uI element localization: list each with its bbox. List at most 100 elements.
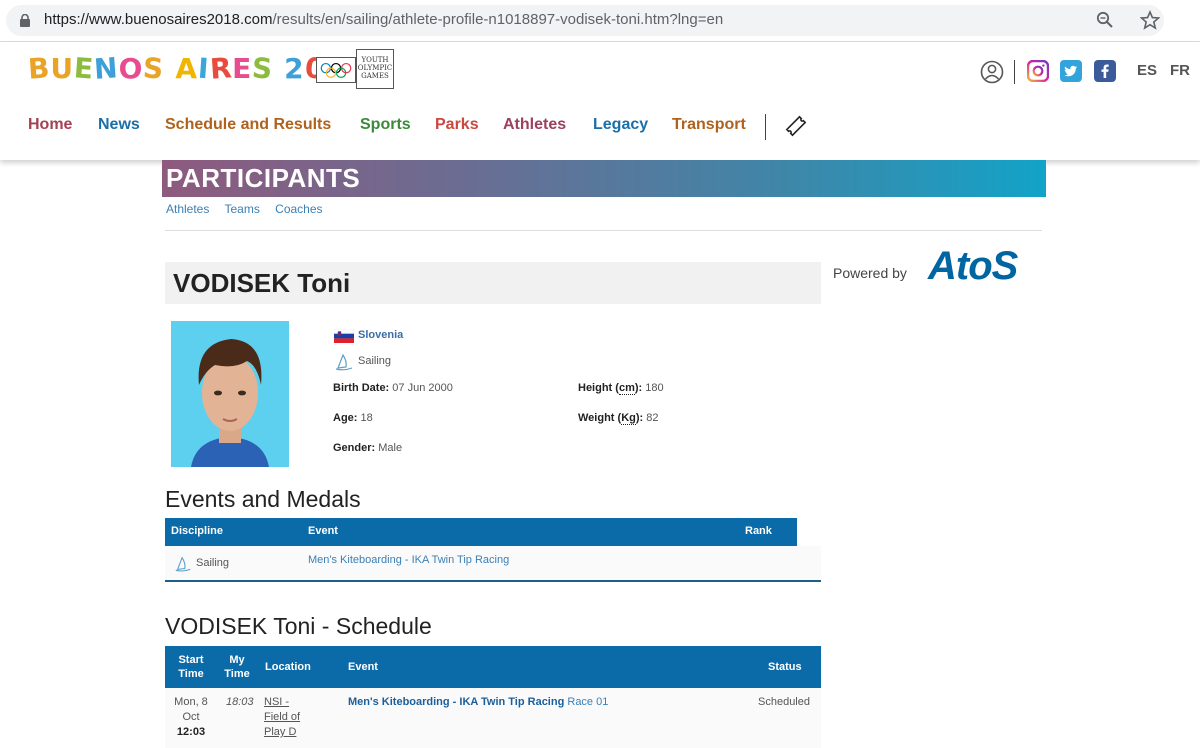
height-field: Height (cm): 180 <box>578 382 664 395</box>
yog-badge-text: YOUTH OLYMPIC GAMES <box>356 49 394 89</box>
th-status: Status <box>768 661 802 673</box>
language-es[interactable]: ES <box>1137 62 1157 79</box>
athlete-sport: Sailing <box>358 355 392 367</box>
th-event: Event <box>308 525 338 537</box>
facebook-icon[interactable] <box>1094 60 1116 82</box>
th-my-time: My Time <box>224 654 250 680</box>
logo-letter: B <box>26 51 52 86</box>
user-account-icon[interactable] <box>980 60 1004 84</box>
nav-parks[interactable]: Parks <box>435 116 479 134</box>
atos-logo[interactable]: AtoS <box>928 244 1018 289</box>
height-unit: cm <box>618 382 635 395</box>
logo-letter: U <box>50 52 75 85</box>
nav-legacy[interactable]: Legacy <box>593 116 648 134</box>
url-path: /results/en/sailing/athlete-profile-n101… <box>272 11 724 28</box>
schedule-date-cell: Mon, 8 Oct 12:03 <box>171 695 211 740</box>
section-divider <box>165 230 1042 231</box>
schedule-race: Race 01 <box>567 696 609 708</box>
sailing-icon <box>335 353 353 371</box>
powered-by-label: Powered by <box>833 265 907 281</box>
athlete-name-header: VODISEK Toni <box>165 262 821 304</box>
weight-label: Weight ( <box>578 412 622 424</box>
th-event: Event <box>348 661 378 673</box>
nav-sports[interactable]: Sports <box>360 116 411 134</box>
logo-letter: E <box>72 51 96 86</box>
url-text[interactable]: https://www.buenosaires2018.com/results/… <box>44 11 723 28</box>
schedule-event-cell: Men's Kiteboarding - IKA Twin Tip Racing… <box>348 695 608 710</box>
event-link[interactable]: Men's Kiteboarding - IKA Twin Tip Racing <box>308 554 509 566</box>
slovenia-flag-icon <box>334 329 354 343</box>
language-fr[interactable]: FR <box>1170 62 1190 79</box>
address-bar[interactable]: https://www.buenosaires2018.com/results/… <box>6 5 1164 36</box>
age-label: Age: <box>333 412 358 424</box>
schedule-event-link[interactable]: Men's Kiteboarding - IKA Twin Tip Racing <box>348 696 564 708</box>
height-label-end: ): <box>634 382 643 394</box>
logo-letter: E <box>232 52 253 85</box>
schedule-status: Scheduled <box>758 696 810 708</box>
url-host: https://www.buenosaires2018.com <box>44 11 273 28</box>
participants-title: PARTICIPANTS <box>166 163 361 193</box>
nav-news[interactable]: News <box>98 116 140 134</box>
nav-schedule-and-results[interactable]: Schedule and Results <box>165 116 331 134</box>
instagram-icon[interactable] <box>1027 60 1049 82</box>
lock-icon <box>20 14 30 27</box>
athlete-name: VODISEK Toni <box>173 268 351 298</box>
logo-letter: A <box>175 52 199 85</box>
gender-value: Male <box>378 442 403 454</box>
schedule-start-time: 12:03 <box>176 726 206 738</box>
twitter-icon[interactable] <box>1060 60 1082 82</box>
schedule-table-header: Start Time My Time Location Event Status <box>165 646 821 688</box>
subnav-coaches[interactable]: Coaches <box>275 202 322 216</box>
participants-subnav: Athletes Teams Coaches <box>166 202 335 216</box>
weight-label-end: ): <box>635 412 644 424</box>
nav-divider <box>765 114 766 140</box>
zoom-icon[interactable] <box>1096 11 1114 29</box>
weight-value: 82 <box>646 412 659 424</box>
birth-date-field: Birth Date: 07 Jun 2000 <box>333 382 453 394</box>
schedule-location-link[interactable]: NSI - Field of Play D <box>264 695 312 740</box>
logo-letter: S <box>251 51 275 86</box>
gender-field: Gender: Male <box>333 442 402 454</box>
height-value: 180 <box>645 382 664 394</box>
logo-letter: O <box>118 52 144 85</box>
table-row: Mon, 8 Oct 12:03 18:03 NSI - Field of Pl… <box>165 688 821 748</box>
schedule-my-time: 18:03 <box>226 696 254 708</box>
schedule-date: Mon, 8 Oct <box>174 696 208 723</box>
subnav-athletes[interactable]: Athletes <box>166 202 209 216</box>
birth-date-label: Birth Date: <box>333 382 390 394</box>
participants-banner: PARTICIPANTS <box>162 160 1046 197</box>
height-label: Height ( <box>578 382 619 394</box>
weight-field: Weight (Kg): 82 <box>578 412 659 425</box>
weight-unit: Kg <box>621 412 636 425</box>
athlete-country[interactable]: Slovenia <box>358 329 403 341</box>
logo-letter: R <box>208 51 234 86</box>
th-discipline: Discipline <box>171 525 223 537</box>
events-table-header: Discipline Event Rank <box>165 518 797 546</box>
gender-label: Gender: <box>333 442 376 454</box>
th-start-time: Start Time <box>178 654 204 680</box>
youth-olympic-games-badge: YOUTH OLYMPIC GAMES <box>316 49 394 93</box>
th-rank: Rank <box>745 525 772 537</box>
site-header: BUENOS AIRES 2018 YOUTH OLYMPIC GAMES ES… <box>0 42 1200 160</box>
events-medals-title: Events and Medals <box>165 486 361 512</box>
athlete-photo <box>171 321 289 467</box>
logo-letter: S <box>142 51 166 86</box>
table-row: Sailing Men's Kiteboarding - IKA Twin Ti… <box>165 546 821 582</box>
subnav-teams[interactable]: Teams <box>224 202 259 216</box>
schedule-title: VODISEK Toni - Schedule <box>165 613 432 639</box>
th-location: Location <box>265 661 311 673</box>
age-value: 18 <box>360 412 373 424</box>
nav-home[interactable]: Home <box>28 116 72 134</box>
browser-toolbar: https://www.buenosaires2018.com/results/… <box>0 0 1200 42</box>
age-field: Age: 18 <box>333 412 373 424</box>
logo-letter: N <box>93 51 120 86</box>
nav-transport[interactable]: Transport <box>672 116 746 134</box>
sailing-icon <box>175 556 191 572</box>
nav-athletes[interactable]: Athletes <box>503 116 566 134</box>
olympic-rings-icon <box>316 57 356 83</box>
event-discipline: Sailing <box>196 557 230 569</box>
birth-date-value: 07 Jun 2000 <box>392 382 453 394</box>
bookmark-star-icon[interactable] <box>1140 10 1160 30</box>
logo-letter: 2 <box>284 52 305 85</box>
ticket-icon[interactable] <box>784 114 808 138</box>
